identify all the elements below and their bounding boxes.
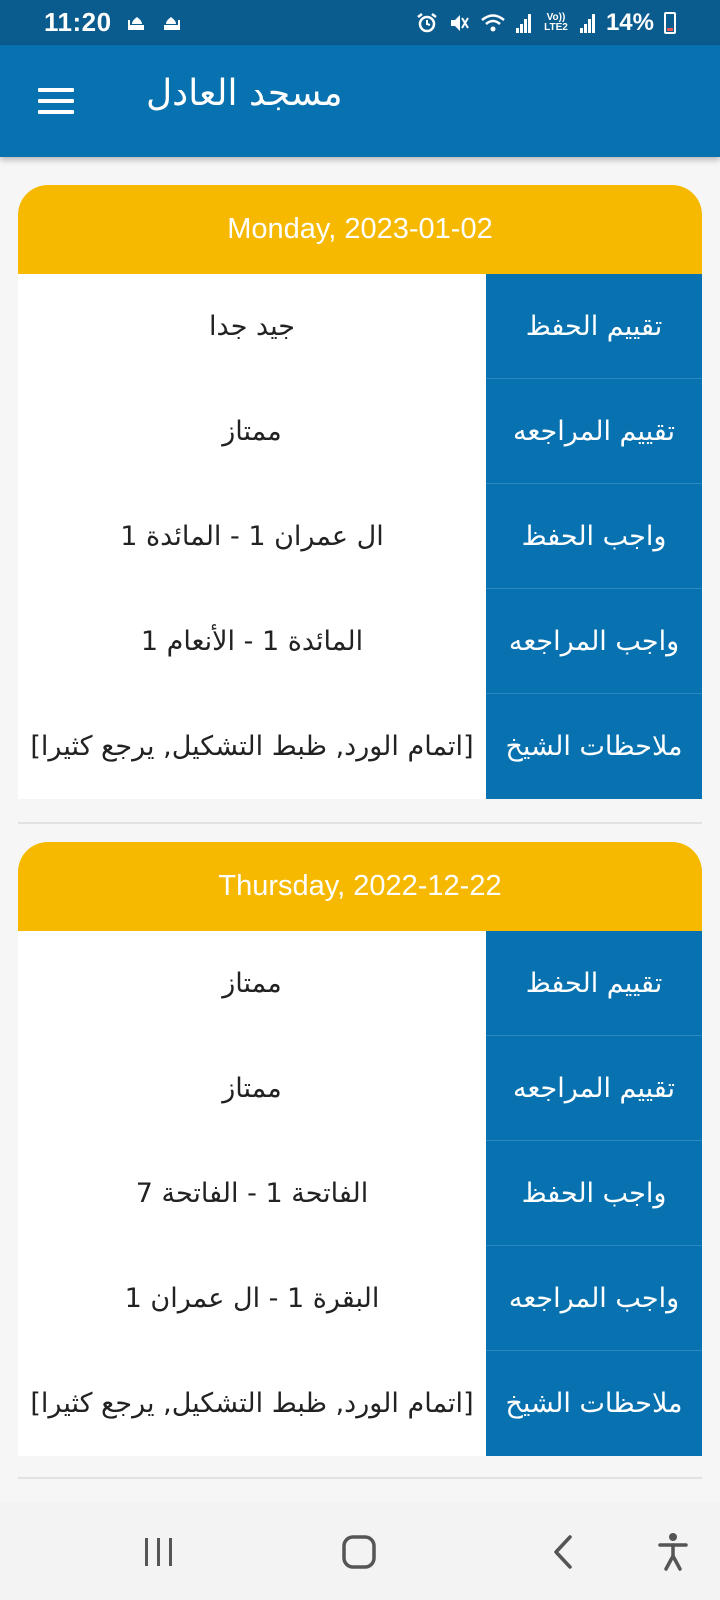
record-label: واجب المراجعه [486, 1246, 702, 1351]
back-icon[interactable] [548, 1530, 578, 1574]
alarm-icon [416, 10, 438, 36]
record-row: [اتمام الورد, ظبط التشكيل, يرجع كثيرا] م… [18, 1351, 702, 1456]
record-row: البقرة 1 - ال عمران 1 واجب المراجعه [18, 1246, 702, 1351]
battery-icon [664, 11, 676, 34]
record-label: ملاحظات الشيخ [486, 694, 702, 799]
status-time: 11:20 [44, 7, 112, 37]
mosque-icon [162, 15, 180, 31]
mute-icon [448, 10, 470, 36]
volte-label: Vo)) LTE2 [544, 11, 568, 33]
record-card: Monday, 2023-01-02 جيد جدا تقييم الحفظ م… [18, 185, 702, 799]
status-bar: 11:20 Vo)) LTE2 14% [0, 0, 720, 45]
card-divider [18, 1477, 702, 1479]
home-icon[interactable] [340, 1530, 380, 1574]
record-value: البقرة 1 - ال عمران 1 [124, 1283, 380, 1314]
record-value: المائدة 1 - الأنعام 1 [140, 626, 364, 657]
record-value: ممتاز [222, 968, 282, 999]
record-value: جيد جدا [209, 311, 295, 342]
signal-icon [579, 10, 596, 36]
record-row: ممتاز تقييم المراجعه [18, 1036, 702, 1141]
record-label: ملاحظات الشيخ [486, 1351, 702, 1456]
card-divider [18, 822, 702, 824]
status-left: 11:20 [44, 7, 180, 38]
record-value: [اتمام الورد, ظبط التشكيل, يرجع كثيرا] [30, 1388, 474, 1419]
record-label: تقييم الحفظ [486, 274, 702, 379]
app-bar: مسجد العادل [0, 45, 720, 157]
wifi-icon [480, 10, 506, 36]
accessibility-icon[interactable] [656, 1530, 690, 1574]
mosque-icon [127, 15, 146, 31]
system-nav-bar [0, 1502, 720, 1600]
record-label: واجب الحفظ [486, 484, 702, 589]
records-list[interactable]: Monday, 2023-01-02 جيد جدا تقييم الحفظ م… [0, 157, 720, 1502]
record-value: [اتمام الورد, ظبط التشكيل, يرجع كثيرا] [30, 731, 474, 762]
record-card: Thursday, 2022-12-22 ممتاز تقييم الحفظ م… [18, 842, 702, 1456]
signal-icon [515, 10, 532, 36]
status-right: Vo)) LTE2 14% [416, 9, 676, 37]
record-label: واجب المراجعه [486, 589, 702, 694]
record-row: الفاتحة 1 - الفاتحة 7 واجب الحفظ [18, 1141, 702, 1246]
page-title: مسجد العادل [146, 73, 343, 114]
record-value: ممتاز [222, 416, 282, 447]
hamburger-menu-icon[interactable] [38, 88, 74, 114]
record-row: [اتمام الورد, ظبط التشكيل, يرجع كثيرا] م… [18, 694, 702, 799]
record-row: المائدة 1 - الأنعام 1 واجب المراجعه [18, 589, 702, 694]
record-label: واجب الحفظ [486, 1141, 702, 1246]
record-label: تقييم المراجعه [486, 379, 702, 484]
record-date: Monday, 2023-01-02 [18, 185, 702, 274]
record-row: ال عمران 1 - المائدة 1 واجب الحفظ [18, 484, 702, 589]
record-value: ال عمران 1 - المائدة 1 [120, 521, 384, 552]
record-label: تقييم المراجعه [486, 1036, 702, 1141]
battery-percent: 14% [605, 8, 654, 36]
record-value: الفاتحة 1 - الفاتحة 7 [135, 1178, 369, 1209]
recent-apps-icon[interactable] [142, 1530, 176, 1574]
record-label: تقييم الحفظ [486, 931, 702, 1036]
record-row: ممتاز تقييم الحفظ [18, 931, 702, 1036]
record-value: ممتاز [222, 1073, 282, 1104]
record-row: ممتاز تقييم المراجعه [18, 379, 702, 484]
record-row: جيد جدا تقييم الحفظ [18, 274, 702, 379]
record-date: Thursday, 2022-12-22 [18, 842, 702, 931]
